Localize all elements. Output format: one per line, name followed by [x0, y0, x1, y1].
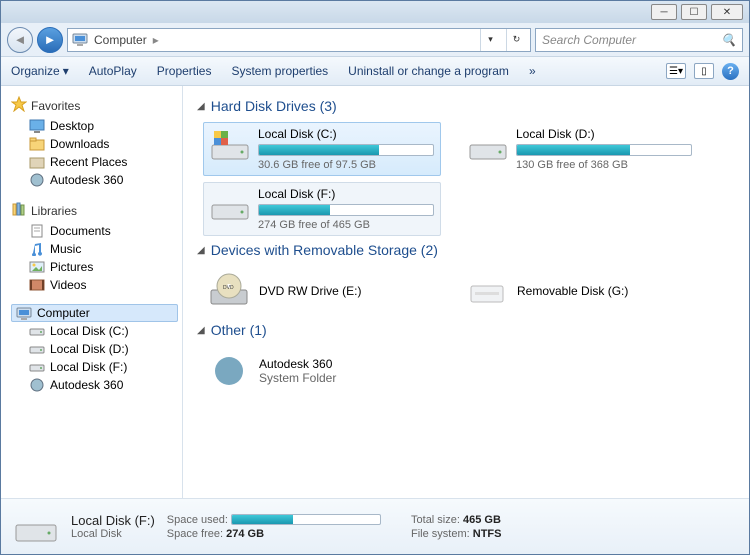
- chevron-down-icon: ◢: [197, 101, 205, 112]
- sidebar-item-desktop[interactable]: Desktop: [5, 117, 178, 135]
- libraries-group: Libraries Documents Music Pictures Video…: [5, 199, 178, 294]
- drive-dvd-rw-e[interactable]: DVD DVD RW Drive (E:): [203, 266, 441, 316]
- disk-icon: [210, 187, 250, 225]
- drive-local-disk-f[interactable]: Local Disk (F:) 274 GB free of 465 GB: [203, 182, 441, 236]
- usage-bar: [231, 514, 381, 525]
- category-removable[interactable]: ◢Devices with Removable Storage (2): [197, 242, 735, 258]
- sidebar-item-recent-places[interactable]: Recent Places: [5, 153, 178, 171]
- sidebar-item-autodesk360[interactable]: Autodesk 360: [5, 171, 178, 189]
- sidebar-item-documents[interactable]: Documents: [5, 222, 178, 240]
- downloads-icon: [29, 137, 45, 151]
- documents-icon: [29, 224, 45, 238]
- dvd-drive-icon: DVD: [209, 272, 249, 310]
- back-button[interactable]: ◄: [7, 27, 33, 53]
- drive-removable-g[interactable]: Removable Disk (G:): [461, 266, 699, 316]
- breadcrumb-computer[interactable]: Computer: [94, 33, 147, 47]
- close-button[interactable]: ✕: [711, 4, 743, 20]
- usage-bar: [258, 144, 434, 156]
- drive-autodesk360[interactable]: Autodesk 360 System Folder: [203, 346, 441, 396]
- svg-text:DVD: DVD: [223, 285, 234, 291]
- sidebar-item-autodesk360-drive[interactable]: Autodesk 360: [5, 376, 178, 394]
- usage-bar: [258, 204, 434, 216]
- favorites-group: Favorites Desktop Downloads Recent Place…: [5, 94, 178, 189]
- category-other[interactable]: ◢Other (1): [197, 322, 735, 338]
- autoplay-button[interactable]: AutoPlay: [89, 64, 137, 78]
- chevron-down-icon: ▾: [63, 64, 69, 78]
- computer-header[interactable]: Computer: [11, 304, 178, 322]
- drive-local-disk-d[interactable]: Local Disk (D:) 130 GB free of 368 GB: [461, 122, 699, 176]
- navigation-pane: Favorites Desktop Downloads Recent Place…: [1, 86, 183, 498]
- computer-icon: [16, 307, 32, 320]
- search-icon: 🔍: [721, 33, 736, 47]
- star-icon: [11, 96, 27, 115]
- uninstall-button[interactable]: Uninstall or change a program: [348, 64, 509, 78]
- sidebar-item-local-disk-f[interactable]: Local Disk (F:): [5, 358, 178, 376]
- search-input[interactable]: Search Computer 🔍: [535, 28, 743, 52]
- computer-icon: [72, 33, 88, 46]
- category-hdd[interactable]: ◢Hard Disk Drives (3): [197, 98, 735, 114]
- pictures-icon: [29, 260, 45, 274]
- explorer-window: ─ ☐ ✕ ◄ ► Computer ▸ ▾ ↻ Search Computer…: [0, 0, 750, 555]
- preview-pane-button[interactable]: ▯: [694, 63, 714, 79]
- system-properties-button[interactable]: System properties: [231, 64, 328, 78]
- drive-local-disk-c[interactable]: Local Disk (C:) 30.6 GB free of 97.5 GB: [203, 122, 441, 176]
- navbar: ◄ ► Computer ▸ ▾ ↻ Search Computer 🔍: [1, 23, 749, 56]
- search-placeholder: Search Computer: [542, 33, 636, 47]
- toolbar-overflow[interactable]: »: [529, 64, 536, 78]
- libraries-header[interactable]: Libraries: [5, 199, 178, 222]
- sidebar-item-local-disk-c[interactable]: Local Disk (C:): [5, 322, 178, 340]
- sidebar-item-pictures[interactable]: Pictures: [5, 258, 178, 276]
- libraries-icon: [11, 201, 27, 220]
- chevron-down-icon: ◢: [197, 325, 205, 336]
- disk-icon: [468, 127, 508, 165]
- chevron-right-icon[interactable]: ▸: [153, 33, 159, 47]
- system-drive-icon: [210, 127, 250, 165]
- maximize-button[interactable]: ☐: [681, 4, 707, 20]
- usage-bar: [516, 144, 692, 156]
- address-dropdown[interactable]: ▾: [480, 29, 500, 51]
- favorites-header[interactable]: Favorites: [5, 94, 178, 117]
- minimize-button[interactable]: ─: [651, 4, 677, 20]
- properties-button[interactable]: Properties: [157, 64, 212, 78]
- autodesk-icon: [29, 173, 45, 187]
- address-bar[interactable]: Computer ▸ ▾ ↻: [67, 28, 531, 52]
- forward-button[interactable]: ►: [37, 27, 63, 53]
- titlebar: ─ ☐ ✕: [1, 1, 749, 23]
- details-title: Local Disk (F:): [71, 513, 155, 528]
- toolbar: Organize ▾ AutoPlay Properties System pr…: [1, 56, 749, 86]
- view-options-button[interactable]: ☰▾: [666, 63, 686, 79]
- organize-menu[interactable]: Organize ▾: [11, 64, 69, 78]
- videos-icon: [29, 278, 45, 292]
- sidebar-item-downloads[interactable]: Downloads: [5, 135, 178, 153]
- help-icon[interactable]: ?: [722, 63, 739, 80]
- autodesk-icon: [29, 378, 45, 392]
- body: Favorites Desktop Downloads Recent Place…: [1, 86, 749, 498]
- sidebar-item-local-disk-d[interactable]: Local Disk (D:): [5, 340, 178, 358]
- autodesk-icon: [209, 352, 249, 390]
- disk-icon: [29, 342, 45, 356]
- disk-icon: [29, 324, 45, 338]
- refresh-button[interactable]: ↻: [506, 29, 526, 51]
- sidebar-item-videos[interactable]: Videos: [5, 276, 178, 294]
- removable-disk-icon: [467, 272, 507, 310]
- chevron-down-icon: ◢: [197, 245, 205, 256]
- content-pane: ◢Hard Disk Drives (3) Local Disk (C:) 30…: [183, 86, 749, 498]
- disk-icon: [29, 360, 45, 374]
- details-type: Local Disk: [71, 528, 155, 540]
- recent-icon: [29, 155, 45, 169]
- sidebar-item-music[interactable]: Music: [5, 240, 178, 258]
- desktop-icon: [29, 119, 45, 133]
- computer-group: Computer Local Disk (C:) Local Disk (D:)…: [5, 304, 178, 394]
- disk-icon: [13, 507, 59, 547]
- details-pane: Local Disk (F:) Local Disk Space used: T…: [1, 498, 749, 554]
- music-icon: [29, 242, 45, 256]
